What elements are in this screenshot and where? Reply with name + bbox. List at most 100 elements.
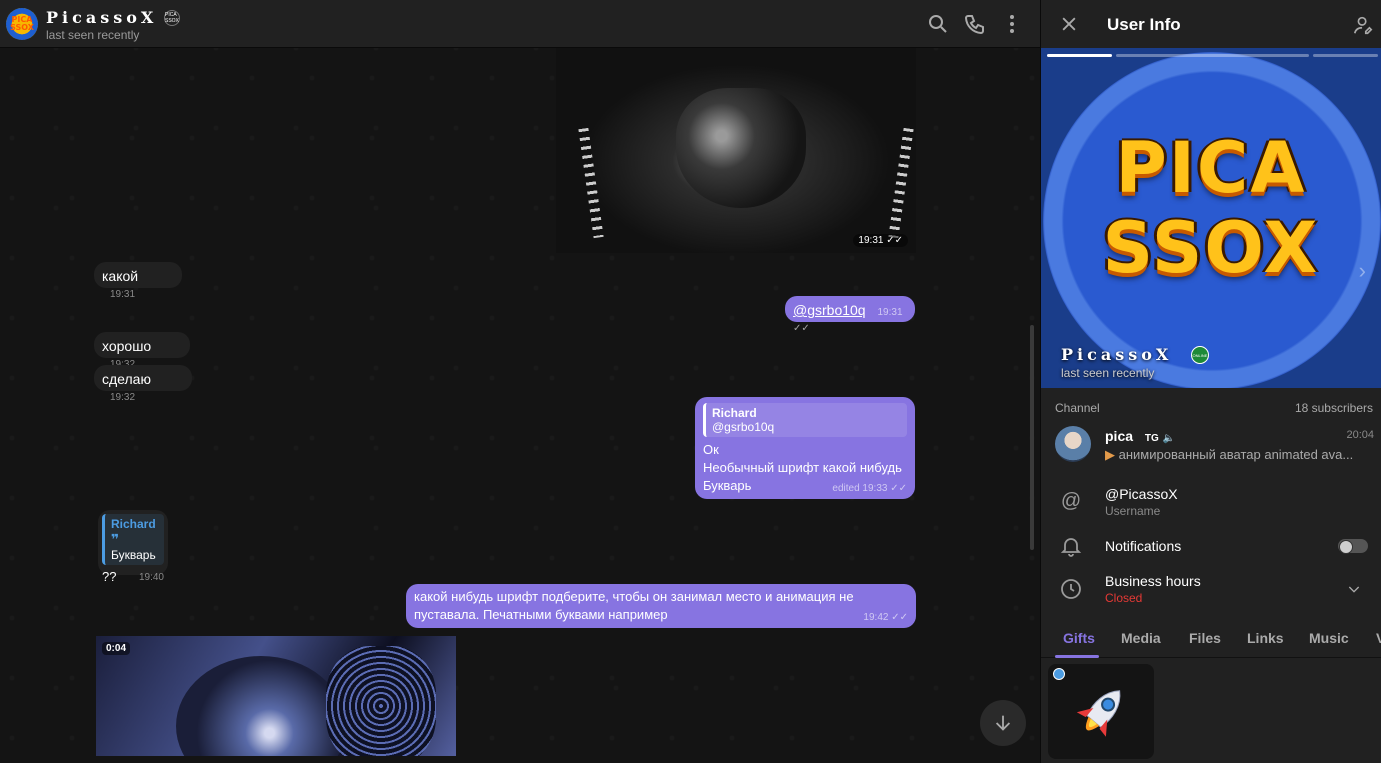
user-info-panel: User Info PICA SSOX › PicassoX ONLINE la… bbox=[1040, 0, 1381, 763]
message-incoming[interactable]: Richard ❞ Букварь ?? 19:40 bbox=[98, 510, 168, 584]
channel-preview-row: ▶ анимированный аватар animated ava... bbox=[1105, 447, 1375, 463]
channel-row[interactable]: pica TG 🔈 20:04 ▶ анимированный аватар a… bbox=[1041, 420, 1381, 470]
video-content bbox=[176, 656, 346, 756]
message-time: 19:31 bbox=[110, 289, 136, 300]
tab-files[interactable]: Files bbox=[1189, 630, 1221, 646]
message-text: сделаю bbox=[102, 371, 151, 387]
message-time: 19:31 ✓✓ bbox=[853, 234, 908, 247]
photo-tab-indicator[interactable] bbox=[1047, 54, 1112, 57]
next-photo-icon[interactable]: › bbox=[1359, 258, 1366, 284]
notifications-row[interactable]: Notifications bbox=[1041, 530, 1381, 562]
photo-content-detail bbox=[888, 127, 914, 239]
rocket-icon bbox=[1076, 690, 1121, 737]
photo-content-detail bbox=[578, 127, 604, 239]
profile-photo[interactable]: PICA SSOX › bbox=[1041, 48, 1381, 388]
notifications-label: Notifications bbox=[1105, 538, 1182, 554]
message-outgoing[interactable]: какой нибудь шрифт подберите, чтобы он з… bbox=[406, 584, 916, 628]
message-incoming[interactable]: сделаю 19:32 bbox=[94, 365, 192, 403]
message-incoming[interactable]: хорошо 19:32 bbox=[94, 332, 190, 370]
tab-voice[interactable]: V bbox=[1376, 630, 1381, 646]
clock-icon bbox=[1061, 579, 1081, 599]
phone-icon[interactable] bbox=[963, 12, 987, 36]
gift-item[interactable] bbox=[1048, 664, 1154, 759]
more-vertical-icon[interactable] bbox=[1000, 12, 1024, 36]
chat-header[interactable]: PICA SSOX PicassoX PICA SSOX last seen r… bbox=[0, 0, 1040, 48]
reply-quote[interactable]: Richard ❞ Букварь bbox=[102, 514, 164, 565]
channel-avatar bbox=[1055, 426, 1091, 462]
business-hours-status: Closed bbox=[1105, 591, 1143, 605]
photo-progress-tabs bbox=[1047, 54, 1378, 57]
message-incoming[interactable]: какой 19:31 bbox=[94, 262, 182, 300]
message-text-row: ?? 19:40 bbox=[102, 569, 164, 584]
reply-text: Букварь bbox=[111, 548, 156, 562]
tab-links[interactable]: Links bbox=[1247, 630, 1284, 646]
message-line: какой нибудь шрифт подберите, чтобы он з… bbox=[414, 589, 854, 604]
message-time: 19:42 ✓✓ bbox=[863, 612, 908, 623]
search-icon[interactable] bbox=[926, 12, 950, 36]
message-time: edited 19:33 ✓✓ bbox=[832, 483, 907, 494]
channel-name-row: pica TG 🔈 bbox=[1105, 428, 1175, 444]
photo-tab-indicator[interactable] bbox=[1115, 54, 1310, 57]
avatar-text: PICA SSOX bbox=[10, 15, 34, 32]
business-hours-label: Business hours bbox=[1105, 573, 1201, 589]
mention-link[interactable]: @gsrbo10q bbox=[793, 302, 866, 318]
quote-icon: ❞ bbox=[111, 531, 120, 547]
channel-name-suffix: TG bbox=[1144, 433, 1159, 444]
chat-status: last seen recently bbox=[46, 28, 140, 42]
photo-message[interactable]: 19:31 ✓✓ bbox=[556, 48, 916, 253]
close-icon[interactable] bbox=[1059, 14, 1079, 34]
profile-photo-logo: PICA SSOX bbox=[1102, 127, 1320, 289]
photo-content bbox=[676, 88, 806, 208]
panel-header: User Info bbox=[1041, 0, 1381, 48]
channel-name: pica bbox=[1105, 428, 1134, 444]
active-tab-indicator bbox=[1055, 655, 1099, 658]
chevron-down-icon[interactable] bbox=[1346, 581, 1362, 597]
business-hours-row[interactable]: Business hours Closed bbox=[1041, 566, 1381, 610]
reply-text: @gsrbo10q bbox=[712, 420, 775, 434]
profile-status: last seen recently bbox=[1061, 366, 1155, 380]
panel-title: User Info bbox=[1107, 15, 1181, 34]
subscribers-count: 18 subscribers bbox=[1294, 401, 1373, 415]
reply-quote[interactable]: Richard @gsrbo10q bbox=[703, 403, 907, 437]
video-preview-icon: ▶ bbox=[1105, 447, 1115, 462]
username-value: @PicassoX bbox=[1105, 486, 1178, 502]
message-text: Ок Необычный шрифт какой нибудь Букварь … bbox=[703, 441, 907, 495]
chat-title[interactable]: PicassoX bbox=[46, 8, 157, 27]
at-sign-icon: @ bbox=[1060, 490, 1082, 512]
avatar[interactable]: PICA SSOX bbox=[6, 8, 38, 40]
gift-badge-icon bbox=[1053, 668, 1065, 680]
message-line: Букварь edited 19:33 ✓✓ bbox=[703, 477, 907, 495]
message-line: Необычный шрифт какой нибудь bbox=[703, 460, 902, 475]
tab-gifts[interactable]: Gifts bbox=[1063, 630, 1095, 646]
video-message[interactable]: 0:04 bbox=[96, 636, 456, 756]
message-outgoing[interactable]: @gsrbo10q 19:31 ✓✓ bbox=[785, 296, 915, 334]
tab-media[interactable]: Media bbox=[1121, 630, 1161, 646]
message-outgoing[interactable]: Richard @gsrbo10q Ок Необычный шрифт как… bbox=[695, 397, 915, 499]
channel-time: 20:04 bbox=[1346, 429, 1374, 441]
tab-music[interactable]: Music bbox=[1309, 630, 1349, 646]
message-time: 19:32 bbox=[110, 392, 136, 403]
message-line: Ок bbox=[703, 442, 719, 457]
media-tabs: Gifts Media Files Links Music V bbox=[1041, 622, 1381, 658]
edit-contact-icon[interactable] bbox=[1352, 14, 1374, 36]
reply-author: Richard bbox=[712, 406, 757, 420]
channel-preview: анимированный аватар animated ava... bbox=[1118, 447, 1354, 462]
message-text: хорошо bbox=[102, 338, 152, 354]
message-line: пуставала. Печатными буквами например 19… bbox=[414, 606, 908, 624]
notifications-toggle[interactable] bbox=[1338, 539, 1368, 554]
message-time: 19:40 bbox=[138, 572, 164, 583]
profile-name: PicassoX bbox=[1061, 345, 1173, 364]
bell-icon bbox=[1060, 538, 1082, 557]
scroll-down-button[interactable] bbox=[980, 700, 1026, 746]
message-text: какой bbox=[102, 268, 139, 284]
message-text: ?? bbox=[102, 569, 117, 584]
video-duration: 0:04 bbox=[102, 642, 131, 655]
scrollbar[interactable] bbox=[1030, 325, 1034, 550]
username-row[interactable]: @ @PicassoX Username bbox=[1041, 478, 1381, 526]
photo-tab-indicator[interactable] bbox=[1313, 54, 1378, 57]
chat-pane: PICA SSOX PicassoX PICA SSOX last seen r… bbox=[0, 0, 1040, 763]
online-badge: ONLINE bbox=[1191, 346, 1209, 364]
channel-label: Channel bbox=[1055, 401, 1100, 415]
emoji-status-icon: PICA SSOX bbox=[164, 10, 180, 26]
reply-author: Richard ❞ bbox=[111, 517, 156, 547]
